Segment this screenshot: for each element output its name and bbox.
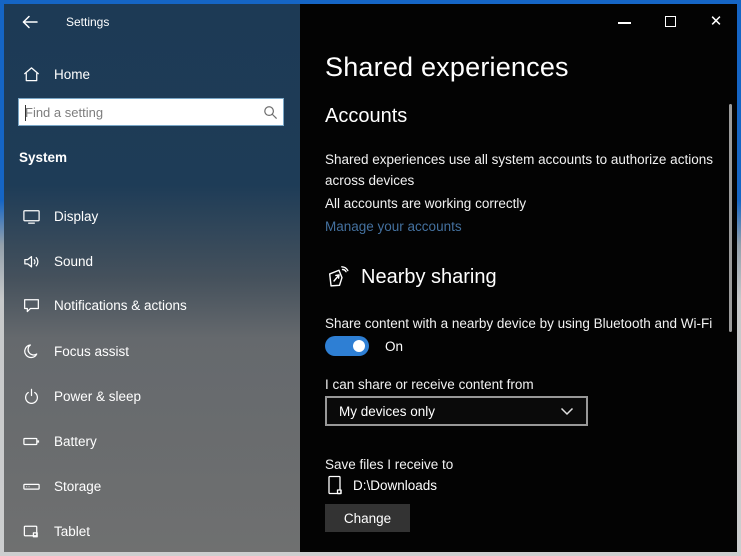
sidebar-item-tablet[interactable]: Tablet — [4, 515, 300, 547]
notifications-icon — [22, 296, 41, 315]
share-from-label: I can share or receive content from — [325, 377, 534, 392]
page-title: Shared experiences — [325, 52, 569, 82]
sidebar-item-sound[interactable]: Sound — [4, 245, 300, 277]
search-input[interactable] — [19, 104, 257, 120]
share-from-dropdown[interactable]: My devices only — [325, 396, 588, 426]
sidebar-item-label: Display — [54, 208, 99, 224]
save-location-row: D:\Downloads — [327, 475, 437, 496]
save-path-value: D:\Downloads — [353, 478, 438, 493]
nearby-sharing-heading: Nearby sharing — [361, 265, 497, 288]
nearby-sharing-toggle[interactable] — [325, 336, 369, 356]
display-icon — [22, 207, 41, 226]
battery-icon — [22, 432, 41, 451]
power-sleep-icon — [22, 387, 41, 406]
minimize-button[interactable] — [618, 22, 631, 24]
sidebar-item-label: Notifications & actions — [54, 297, 187, 313]
sidebar-item-storage[interactable]: Storage — [4, 470, 300, 502]
accounts-heading: Accounts — [325, 105, 408, 127]
text-caret — [25, 105, 26, 121]
sidebar-item-label: Sound — [54, 253, 94, 269]
tablet-icon — [22, 522, 41, 541]
sound-icon — [22, 252, 41, 271]
sidebar-item-power-sleep[interactable]: Power & sleep — [4, 380, 300, 412]
focus-assist-icon — [22, 342, 41, 361]
nearby-sharing-header: Nearby sharing — [325, 264, 497, 290]
sidebar: Settings Home System Display — [4, 4, 300, 552]
nearby-sharing-description: Share content with a nearby device by us… — [325, 316, 713, 331]
sidebar-item-label: Tablet — [54, 523, 91, 539]
dropdown-selected-value: My devices only — [339, 403, 436, 419]
app-title: Settings — [66, 15, 110, 29]
chevron-down-icon — [560, 407, 574, 416]
titlebar-left: Settings — [20, 12, 109, 32]
search-icon[interactable] — [257, 105, 283, 120]
sidebar-item-label: Battery — [54, 433, 97, 449]
settings-window: Settings Home System Display — [0, 0, 741, 556]
document-icon — [327, 475, 343, 496]
sidebar-item-label: Storage — [54, 478, 102, 494]
sidebar-item-display[interactable]: Display — [4, 200, 300, 232]
manage-accounts-link[interactable]: Manage your accounts — [325, 219, 462, 234]
sidebar-item-battery[interactable]: Battery — [4, 425, 300, 457]
sidebar-item-notifications[interactable]: Notifications & actions — [4, 289, 300, 321]
nearby-sharing-icon — [325, 264, 351, 290]
vertical-scrollbar[interactable] — [729, 104, 732, 332]
sidebar-item-label: Focus assist — [54, 343, 130, 359]
toggle-state-label: On — [385, 338, 404, 354]
back-arrow-icon[interactable] — [20, 12, 40, 32]
accounts-description: Shared experiences use all system accoun… — [325, 152, 713, 188]
change-button[interactable]: Change — [325, 504, 410, 532]
sidebar-section-header: System — [19, 150, 68, 165]
sidebar-item-focus-assist[interactable]: Focus assist — [4, 335, 300, 367]
close-button[interactable]: ✕ — [706, 12, 726, 32]
sidebar-item-label: Home — [54, 66, 91, 82]
storage-icon — [22, 477, 41, 496]
sidebar-item-home[interactable]: Home — [4, 58, 300, 90]
home-icon — [22, 65, 41, 84]
main-content: ✕ Shared experiences Accounts Shared exp… — [300, 4, 737, 552]
save-files-label: Save files I receive to — [325, 457, 454, 472]
search-box — [18, 98, 284, 126]
accounts-status: All accounts are working correctly — [325, 196, 527, 211]
maximize-button[interactable] — [665, 16, 676, 27]
sidebar-item-label: Power & sleep — [54, 388, 142, 404]
nearby-sharing-toggle-row: On — [325, 336, 403, 356]
toggle-knob — [353, 340, 365, 352]
